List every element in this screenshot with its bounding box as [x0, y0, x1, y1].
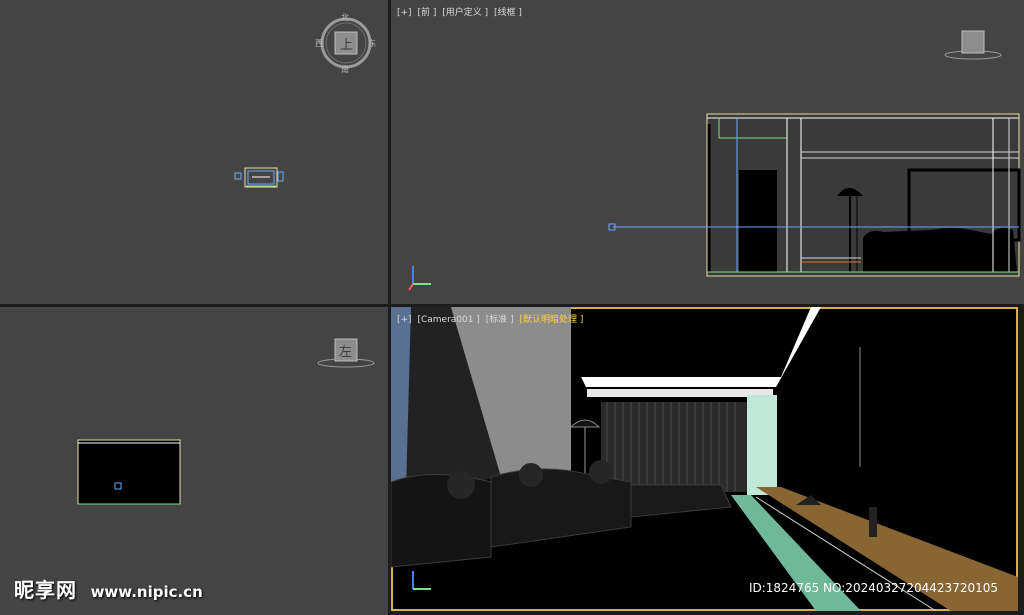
- compass-south-label: 南: [341, 65, 349, 74]
- viewport-camera-name[interactable]: [Camera001 ]: [417, 315, 479, 325]
- viewcube-top-label: 上: [340, 38, 354, 53]
- viewport-preset-label[interactable]: [标准 ]: [486, 315, 514, 325]
- front-view-canvas: [408, 30, 1021, 291]
- viewcube-left-label: 左: [339, 345, 353, 360]
- viewport-camera[interactable]: [+] [Camera001 ] [标准 ] [默认明暗处理 ]: [391, 307, 1018, 611]
- viewport-left[interactable]: 左: [0, 307, 388, 615]
- viewport-menu-plus[interactable]: [+]: [397, 315, 412, 325]
- viewcube-front-face: [961, 30, 985, 54]
- top-view-canvas: [234, 17, 372, 188]
- viewport-top[interactable]: 上 北 南 东 西: [0, 0, 388, 304]
- viewport-front[interactable]: [+] [前 ] [用户定义 ] [线框 ]: [391, 0, 1024, 304]
- watermark-url: www.nipic.cn: [90, 583, 203, 601]
- left-view-canvas: [77, 338, 375, 505]
- camera-render-canvas: [391, 307, 1018, 611]
- compass-east-label: 东: [368, 39, 376, 48]
- site-watermark: 昵享网 www.nipic.cn: [14, 574, 203, 603]
- compass-north-label: 北: [341, 13, 349, 22]
- viewport-camera-labels: [+] [Camera001 ] [标准 ] [默认明暗处理 ]: [397, 312, 586, 325]
- compass-west-label: 西: [315, 39, 323, 48]
- viewport-shading-label[interactable]: [默认明暗处理 ]: [519, 315, 583, 325]
- image-id-tag: ID:1824765 NO:20240327204423720105: [748, 581, 998, 595]
- watermark-logo: 昵享网: [14, 578, 77, 602]
- door-opening: [739, 170, 777, 272]
